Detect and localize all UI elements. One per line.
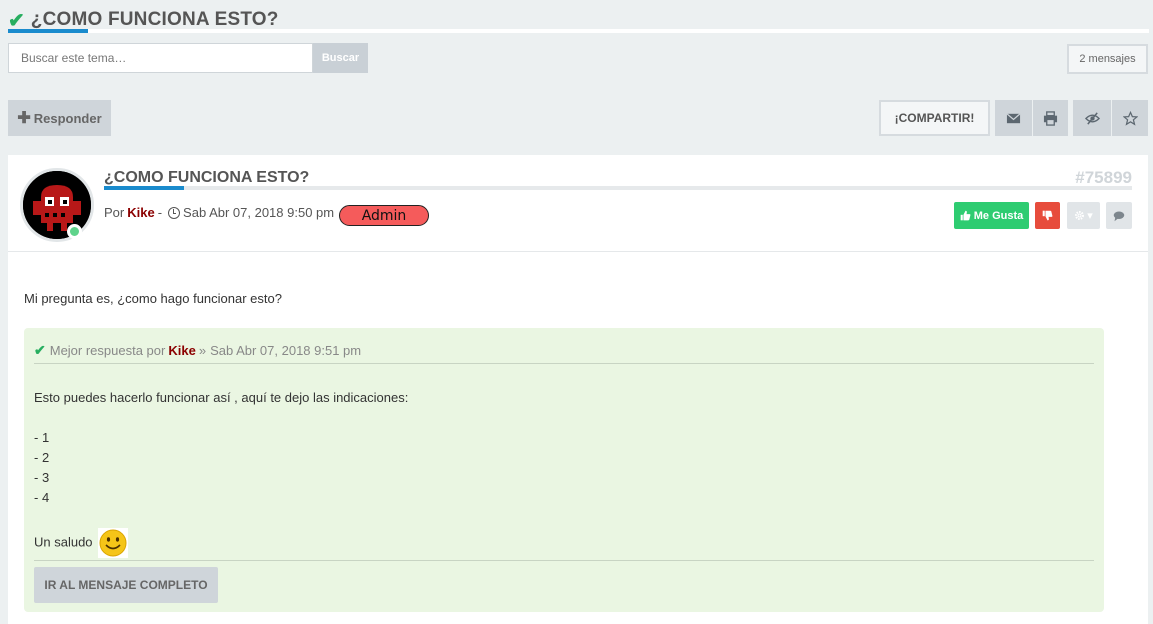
post-meta-separator: - [157, 205, 163, 220]
comment-icon [1113, 211, 1125, 221]
bookmark-topic-button[interactable] [1112, 100, 1148, 136]
divider [34, 560, 1094, 561]
post-title-rule [104, 186, 1132, 190]
go-to-full-message-button[interactable]: IR AL MENSAJE COMPLETO [34, 567, 218, 603]
like-button-label: Me Gusta [973, 209, 1024, 222]
best-answer-header: ✔ Mejor respuesta por Kike » Sab Abr 07,… [34, 342, 361, 359]
best-answer-intro: Esto puedes hacerlo funcionar así , aquí… [34, 390, 409, 405]
print-icon [1043, 110, 1058, 126]
unwatch-topic-button[interactable] [1073, 100, 1111, 136]
eye-slash-icon [1084, 111, 1100, 125]
post-title-rule-accent [104, 186, 184, 190]
best-answer-separator: » [198, 343, 207, 358]
star-icon [1122, 110, 1138, 126]
email-topic-button[interactable] [995, 100, 1032, 136]
rank-badge: Admin [339, 205, 429, 226]
clock-icon [168, 206, 181, 219]
thumbs-up-icon [960, 210, 971, 221]
check-icon: ✔ [34, 342, 46, 358]
post-author-link[interactable]: Kike [127, 205, 154, 220]
share-button[interactable]: ¡COMPARTIR! [879, 100, 990, 136]
print-topic-button[interactable] [1033, 100, 1068, 136]
quote-button[interactable] [1106, 202, 1132, 229]
topic-title-text: ¿COMO FUNCIONA ESTO? [30, 9, 279, 30]
best-answer-author-link[interactable]: Kike [168, 343, 195, 358]
avatar[interactable] [20, 168, 94, 242]
post-options-button[interactable]: ▾ [1067, 202, 1100, 229]
post-id[interactable]: #75899 [1075, 168, 1132, 188]
search-input[interactable] [8, 43, 313, 73]
post: ¿COMO FUNCIONA ESTO? #75899 Por Kike - S… [8, 155, 1148, 624]
divider [34, 363, 1094, 364]
title-rule-accent [8, 29, 88, 33]
list-item: - 4 [34, 490, 50, 505]
post-meta: Por Kike - Sab Abr 07, 2018 9:50 pm [104, 205, 334, 220]
post-by-label: Por [104, 205, 125, 220]
list-item: - 1 [34, 430, 50, 445]
plus-icon: ✚ [17, 110, 31, 127]
best-answer-closing-line: Un saludo [34, 528, 408, 558]
title-rule [8, 29, 1149, 33]
like-button[interactable]: Me Gusta [954, 202, 1029, 229]
message-count-badge: 2 mensajes [1067, 44, 1148, 74]
thumbs-down-icon [1042, 210, 1053, 221]
smiley-icon [98, 528, 129, 558]
post-header: ¿COMO FUNCIONA ESTO? #75899 Por Kike - S… [8, 155, 1148, 252]
online-status-indicator [67, 224, 82, 239]
reply-button-label: Responder [33, 110, 102, 126]
caret-down-icon: ▾ [1087, 210, 1093, 222]
envelope-icon [1006, 112, 1021, 123]
reply-button[interactable]: ✚ Responder [8, 100, 111, 136]
post-date: Sab Abr 07, 2018 9:50 pm [183, 205, 335, 220]
list-item: - 3 [34, 470, 50, 485]
topic-search: Buscar [8, 43, 368, 73]
best-answer-box: ✔ Mejor respuesta por Kike » Sab Abr 07,… [24, 328, 1104, 612]
best-answer-date: Sab Abr 07, 2018 9:51 pm [210, 343, 362, 358]
best-answer-closing: Un saludo [34, 534, 93, 550]
best-answer-prefix: Mejor respuesta por [49, 343, 166, 358]
best-answer-content: Esto puedes hacerlo funcionar así , aquí… [34, 388, 408, 558]
post-title[interactable]: ¿COMO FUNCIONA ESTO? [104, 169, 309, 187]
dislike-button[interactable] [1035, 202, 1060, 229]
gear-icon [1075, 211, 1085, 220]
search-button[interactable]: Buscar [313, 43, 368, 73]
list-item: - 2 [34, 450, 50, 465]
post-body: Mi pregunta es, ¿como hago funcionar est… [24, 291, 282, 306]
